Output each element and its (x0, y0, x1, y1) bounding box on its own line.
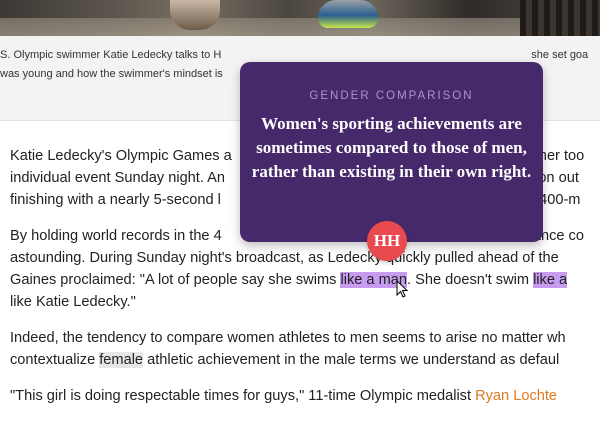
paragraph-3: Indeed, the tendency to compare women at… (10, 327, 600, 371)
p1-line1-left: Katie Ledecky's Olympic Games a (10, 148, 232, 164)
article-hero-photo (0, 0, 600, 36)
p1-line2-left: individual event Sunday night. An (10, 170, 226, 186)
caption-line-1-left: S. Olympic swimmer Katie Ledecky talks t… (0, 49, 222, 61)
p4-line1: "This girl is doing respectable times fo… (10, 388, 476, 404)
p2-line4: like Katie Ledecky." (10, 294, 136, 310)
p2-line2: astounding. During Sunday night's broadc… (10, 250, 559, 266)
photo-sneaker (318, 0, 378, 28)
popover-message: Women's sporting achievements are someti… (251, 114, 532, 181)
paragraph-4: "This girl is doing respectable times fo… (10, 385, 600, 407)
caption-line-1-right: she set goa (531, 49, 589, 61)
p2-line3-middle: . She doesn't swim (406, 272, 534, 288)
ryan-lochte-link[interactable]: Ryan Lochte (475, 388, 557, 404)
mouse-pointer-icon (396, 280, 408, 298)
p3-line1: Indeed, the tendency to compare women at… (10, 330, 566, 346)
p2-line3-start: Gaines proclaimed: "A lot of people say … (10, 272, 341, 288)
highlight-female[interactable]: female (99, 352, 144, 368)
p2-line1-left: By holding world records in the 4 (10, 228, 222, 244)
p1-line3-left: finishing with a nearly 5-second l (10, 192, 221, 208)
highlight-like-a[interactable]: like a (533, 272, 568, 288)
photo-heel (170, 0, 220, 30)
gender-comparison-popover: GENDER COMPARISON Women's sporting achie… (240, 62, 543, 242)
photo-floor (0, 18, 600, 36)
p3-line2-start: contextualize (10, 352, 100, 368)
p3-line2-end: athletic achievement in the male terms w… (143, 352, 560, 368)
popover-label: GENDER COMPARISON (309, 90, 474, 102)
photo-chair (520, 0, 600, 36)
annotator-avatar[interactable]: HH (367, 221, 407, 261)
